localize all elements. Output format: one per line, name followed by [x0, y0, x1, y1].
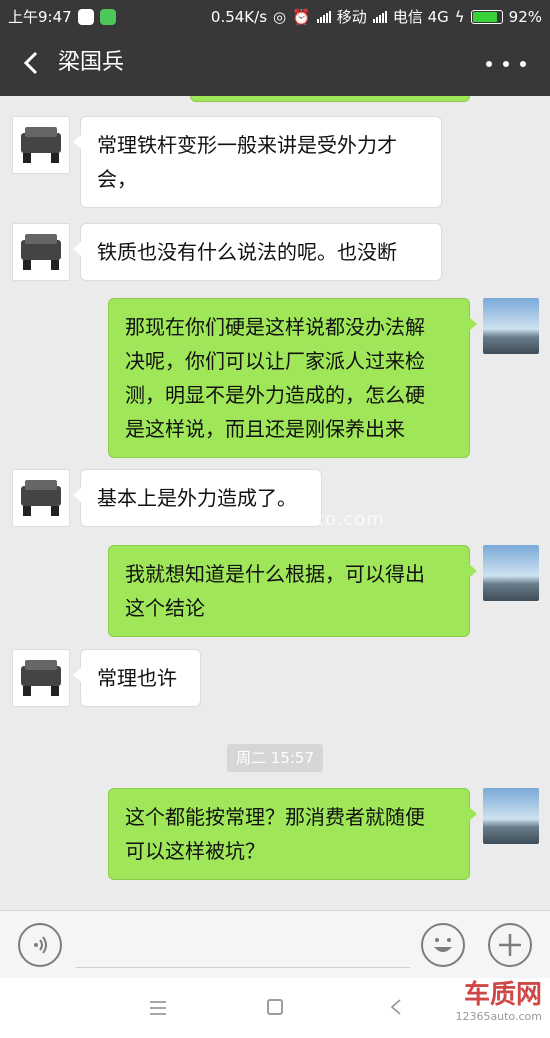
message-bubble-1[interactable]: 铁质也没有什么说法的呢。也没断	[73, 223, 442, 281]
user-avatar[interactable]	[483, 545, 539, 601]
vehicle-avatar-icon	[21, 127, 61, 163]
carrier-2: 电信 4G	[392, 8, 449, 26]
contact-avatar[interactable]	[12, 116, 70, 174]
voice-input-button[interactable]	[18, 923, 62, 967]
vehicle-avatar-icon	[21, 660, 61, 696]
contact-avatar[interactable]	[12, 649, 70, 707]
more-options-icon[interactable]	[486, 52, 526, 76]
system-nav-bar: 车质网 12365auto.com	[0, 978, 550, 1038]
menu-icon[interactable]	[150, 1000, 166, 1015]
message-bubble-5[interactable]: 常理也许	[73, 649, 201, 707]
brand-logo: 车质网 12365auto.com	[442, 980, 542, 1036]
brand-url: 12365auto.com	[455, 1010, 542, 1023]
status-bar: 上午9:47 0.54K/s ◎ ⏰ 移动 电信 4G ϟ 92%	[0, 0, 550, 30]
user-avatar[interactable]	[483, 788, 539, 844]
contact-avatar[interactable]	[12, 469, 70, 527]
network-speed: 0.54K/s	[210, 7, 268, 26]
message-line: 决呢，你们可以让厂家派人过来检	[125, 349, 425, 373]
charging-icon: ϟ	[454, 7, 465, 26]
battery-percent: 92%	[508, 7, 542, 26]
more-functions-button[interactable]	[488, 923, 532, 967]
message-list[interactable]: 常理铁杆变形一般来讲是受外力才 会， 铁质也没有什么说法的呢。也没断 那现在你们…	[0, 96, 550, 910]
message-line: 可以这样被坑？	[125, 839, 265, 863]
message-line: 铁质也没有什么说法的呢。也没断	[97, 240, 397, 264]
partial-message-bubble	[190, 96, 470, 102]
emoji-icon	[434, 938, 452, 952]
contact-avatar[interactable]	[12, 223, 70, 281]
message-line: 是这样说，而且还是刚保养出来	[125, 417, 405, 441]
status-time: 上午9:47	[8, 8, 72, 26]
chat-header: 梁国兵	[0, 30, 550, 96]
message-bubble-0[interactable]: 常理铁杆变形一般来讲是受外力才 会，	[73, 116, 442, 208]
nav-back-icon[interactable]	[388, 998, 404, 1016]
chat-title: 梁国兵	[58, 50, 125, 75]
input-bar	[0, 910, 550, 979]
alarm-icon: ⏰	[292, 7, 311, 26]
brand-name: 车质网	[463, 980, 542, 1010]
message-line: 测，明显不是外力造成的，怎么硬	[125, 383, 425, 407]
message-line: 这个都能按常理？那消费者就随便	[125, 805, 425, 829]
message-bubble-4[interactable]: 我就想知道是什么根据，可以得出 这个结论	[108, 545, 477, 637]
message-bubble-2[interactable]: 那现在你们硬是这样说都没办法解 决呢，你们可以让厂家派人过来检 测，明显不是外力…	[108, 298, 477, 458]
message-bubble-6[interactable]: 这个都能按常理？那消费者就随便 可以这样被坑？	[108, 788, 477, 880]
status-right: 0.54K/s ◎ ⏰ 移动 电信 4G ϟ 92%	[211, 6, 542, 27]
signal-icon	[316, 10, 331, 23]
status-left: 上午9:47	[8, 6, 116, 27]
app-notification-icon	[77, 8, 94, 25]
voice-icon	[34, 936, 47, 954]
back-icon[interactable]	[18, 48, 48, 78]
signal-2-icon	[372, 10, 387, 23]
wechat-notification-icon	[99, 8, 116, 25]
vehicle-avatar-icon	[21, 480, 61, 516]
user-avatar[interactable]	[483, 298, 539, 354]
message-line: 那现在你们硬是这样说都没办法解	[125, 315, 425, 339]
message-line: 会，	[97, 167, 137, 191]
message-line: 这个结论	[125, 596, 205, 620]
watermark: www.12365auto.com	[178, 509, 385, 530]
emoji-button[interactable]	[421, 923, 465, 967]
plus-icon	[499, 934, 521, 956]
message-line: 常理铁杆变形一般来讲是受外力才	[97, 133, 397, 157]
hotspot-icon: ◎	[273, 7, 287, 26]
carrier-1: 移动	[336, 8, 367, 26]
battery-icon	[470, 9, 503, 24]
home-icon[interactable]	[267, 999, 283, 1015]
message-input[interactable]	[76, 923, 410, 968]
message-line: 我就想知道是什么根据，可以得出	[125, 562, 425, 586]
vehicle-avatar-icon	[21, 234, 61, 270]
message-line: 常理也许	[97, 666, 177, 690]
time-divider: 周二 15:57	[227, 744, 323, 772]
